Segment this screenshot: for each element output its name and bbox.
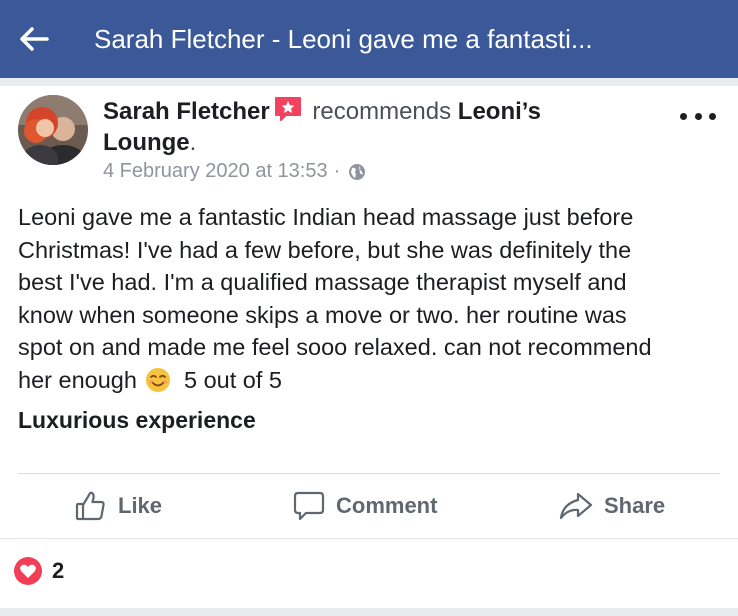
review-title: Luxurious experience	[18, 407, 256, 433]
post-body: Leoni gave me a fantastic Indian head ma…	[18, 201, 723, 396]
recommends-text: recommends	[312, 98, 452, 125]
action-bar: Like Comment Share	[0, 474, 738, 536]
header-period: .	[189, 129, 197, 156]
post-body-line: Christmas! I've had a few before, but sh…	[18, 236, 632, 263]
comment-bubble-icon	[293, 491, 325, 521]
post-body-text: her enough	[18, 366, 137, 393]
share-button[interactable]: Share	[558, 484, 665, 528]
more-options-icon[interactable]	[680, 104, 716, 128]
reaction-count: 2	[52, 558, 65, 583]
recommendation-star-icon	[274, 96, 302, 122]
more-dot	[694, 112, 702, 120]
share-arrow-icon	[559, 492, 593, 520]
post-body-line: spot on and made me feel sooo relaxed. c…	[18, 334, 652, 360]
thumbs-up-icon	[75, 491, 105, 521]
page-name-second[interactable]: Lounge	[103, 129, 190, 156]
post-body-line-last: her enough 5 out of 5	[18, 364, 723, 397]
like-button[interactable]: Like	[74, 484, 162, 528]
card-separator	[0, 78, 738, 86]
author-name[interactable]: Sarah Fletcher	[103, 98, 270, 125]
back-arrow-icon	[20, 27, 49, 51]
smiling-face-icon	[145, 367, 171, 393]
top-app-bar: Sarah Fletcher - Leoni gave me a fantast…	[0, 0, 738, 78]
post-header-line: Sarah Fletcher recommends Leoni’s Lounge.	[103, 96, 663, 158]
meta-separator: ·	[333, 160, 341, 182]
more-dot	[680, 112, 687, 120]
post-body-line: best I've had. I'm a qualified massage t…	[18, 269, 627, 295]
comment-button[interactable]: Comment	[292, 484, 437, 528]
back-button[interactable]	[4, 0, 64, 78]
globe-icon	[349, 163, 366, 180]
more-dot	[709, 112, 716, 120]
post-body-line: know when someone skips a move or two. h…	[18, 301, 627, 328]
post-timestamp[interactable]: 4 February 2020 at 13:53	[103, 160, 328, 183]
love-reaction-icon	[14, 557, 42, 585]
bottom-separator	[0, 608, 738, 616]
avatar[interactable]	[18, 95, 88, 165]
avatar-photo	[18, 95, 88, 165]
post-body-line: Leoni gave me a fantastic Indian head ma…	[18, 204, 634, 230]
reactions-divider	[0, 538, 738, 539]
reactions-summary[interactable]: 2	[14, 557, 64, 585]
comment-label: Comment	[336, 493, 438, 518]
share-label: Share	[604, 493, 666, 518]
like-label: Like	[118, 493, 163, 518]
post-meta: 4 February 2020 at 13:53 ·	[103, 160, 366, 183]
header-title: Sarah Fletcher - Leoni gave me a fantast…	[94, 23, 593, 54]
rating-text: 5 out of 5	[183, 366, 282, 393]
page-name-first[interactable]: Leoni’s	[458, 98, 541, 125]
